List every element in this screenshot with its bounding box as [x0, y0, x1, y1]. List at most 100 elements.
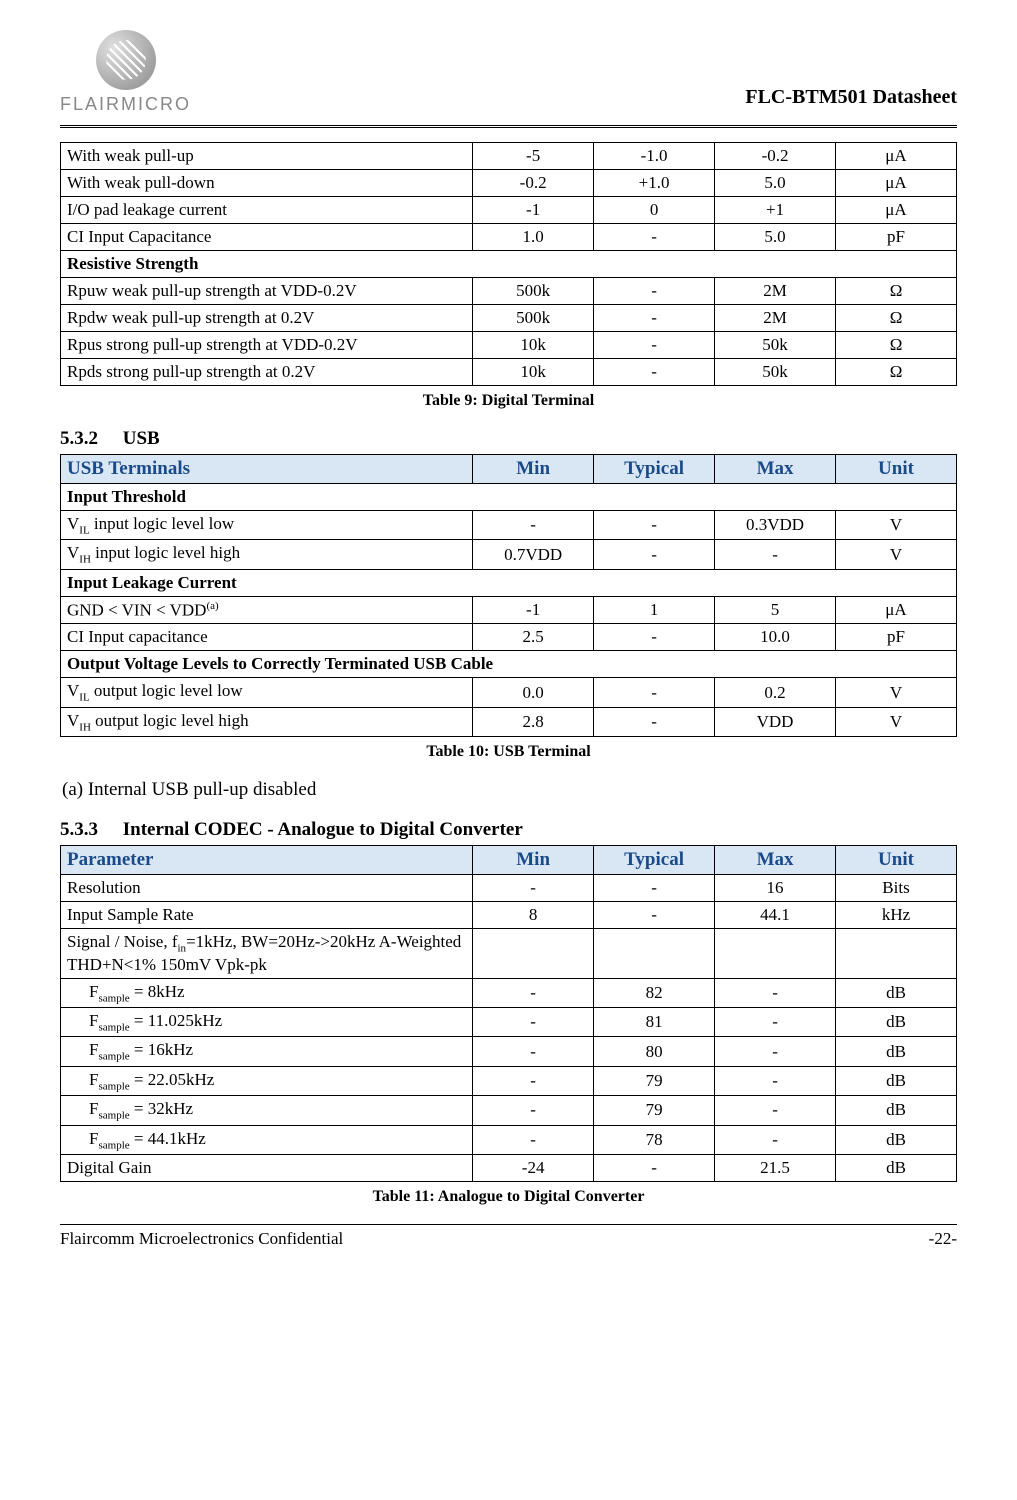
- table-row: With weak pull-up -5 -1.0 -0.2 μA: [61, 143, 957, 170]
- min-cell: -: [473, 978, 594, 1007]
- typ-cell: -: [594, 278, 715, 305]
- section-header-cell: Output Voltage Levels to Correctly Termi…: [61, 651, 957, 678]
- table-row: Fsample = 32kHz - 79 - dB: [61, 1096, 957, 1125]
- param-cell: I/O pad leakage current: [61, 197, 473, 224]
- col-typ: Typical: [594, 455, 715, 484]
- typ-cell: -: [594, 678, 715, 707]
- typ-cell: 81: [594, 1008, 715, 1037]
- section-title: Internal CODEC - Analogue to Digital Con…: [123, 819, 523, 840]
- max-cell: 2M: [715, 305, 836, 332]
- typ-cell: -: [594, 1154, 715, 1181]
- min-cell: 10k: [473, 359, 594, 386]
- table-row: Fsample = 11.025kHz - 81 - dB: [61, 1008, 957, 1037]
- unit-cell: dB: [836, 1096, 957, 1125]
- unit-cell: μA: [836, 143, 957, 170]
- unit-cell: Ω: [836, 278, 957, 305]
- unit-cell: μA: [836, 170, 957, 197]
- max-cell: 10.0: [715, 624, 836, 651]
- footer-right: -22-: [929, 1229, 957, 1249]
- typ-cell: -: [594, 511, 715, 540]
- param-cell: Rpuw weak pull-up strength at VDD-0.2V: [61, 278, 473, 305]
- section-header-cell: Input Leakage Current: [61, 569, 957, 596]
- max-cell: 21.5: [715, 1154, 836, 1181]
- footer-rule: [60, 1224, 957, 1225]
- section-number: 5.3.2: [60, 428, 118, 450]
- max-cell: 0.2: [715, 678, 836, 707]
- min-cell: -: [473, 1008, 594, 1037]
- param-cell: GND < VIN < VDD(a): [61, 596, 473, 624]
- param-cell: VIH output logic level high: [61, 707, 473, 736]
- unit-cell: dB: [836, 1154, 957, 1181]
- unit-cell: pF: [836, 624, 957, 651]
- col-max: Max: [715, 455, 836, 484]
- table9-caption: Table 9: Digital Terminal: [60, 392, 957, 410]
- param-cell: With weak pull-down: [61, 170, 473, 197]
- unit-cell: Ω: [836, 305, 957, 332]
- typ-cell: -: [594, 902, 715, 929]
- table-row: Rpus strong pull-up strength at VDD-0.2V…: [61, 332, 957, 359]
- section-row: Input Leakage Current: [61, 569, 957, 596]
- table11-caption: Table 11: Analogue to Digital Converter: [60, 1188, 957, 1206]
- unit-cell: dB: [836, 1066, 957, 1095]
- unit-cell: Ω: [836, 359, 957, 386]
- min-cell: [473, 929, 594, 978]
- typ-cell: 0: [594, 197, 715, 224]
- min-cell: -: [473, 511, 594, 540]
- table-row: Resolution - - 16 Bits: [61, 875, 957, 902]
- unit-cell: μA: [836, 596, 957, 624]
- max-cell: 5.0: [715, 224, 836, 251]
- section-number: 5.3.3: [60, 819, 118, 841]
- min-cell: 2.5: [473, 624, 594, 651]
- min-cell: 1.0: [473, 224, 594, 251]
- typ-cell: 1: [594, 596, 715, 624]
- min-cell: 500k: [473, 278, 594, 305]
- typ-cell: -: [594, 359, 715, 386]
- max-cell: +1: [715, 197, 836, 224]
- table-row: Rpuw weak pull-up strength at VDD-0.2V 5…: [61, 278, 957, 305]
- logo-text: FLAIRMICRO: [60, 94, 191, 115]
- typ-cell: 79: [594, 1066, 715, 1095]
- param-cell: Rpds strong pull-up strength at 0.2V: [61, 359, 473, 386]
- col-unit: Unit: [836, 455, 957, 484]
- min-cell: -: [473, 1037, 594, 1066]
- section-header-cell: Resistive Strength: [61, 251, 957, 278]
- unit-cell: μA: [836, 197, 957, 224]
- max-cell: 5: [715, 596, 836, 624]
- param-cell: Fsample = 16kHz: [61, 1037, 473, 1066]
- min-cell: -5: [473, 143, 594, 170]
- unit-cell: pF: [836, 224, 957, 251]
- table-row: Rpds strong pull-up strength at 0.2V 10k…: [61, 359, 957, 386]
- param-cell: Fsample = 44.1kHz: [61, 1125, 473, 1154]
- max-cell: 2M: [715, 278, 836, 305]
- min-cell: -0.2: [473, 170, 594, 197]
- min-cell: -24: [473, 1154, 594, 1181]
- table-row: Input Sample Rate 8 - 44.1 kHz: [61, 902, 957, 929]
- param-cell: Signal / Noise, fin=1kHz, BW=20Hz->20kHz…: [61, 929, 473, 978]
- param-cell: VIL input logic level low: [61, 511, 473, 540]
- unit-cell: dB: [836, 1037, 957, 1066]
- table-row: Fsample = 8kHz - 82 - dB: [61, 978, 957, 1007]
- unit-cell: dB: [836, 978, 957, 1007]
- table-row: With weak pull-down -0.2 +1.0 5.0 μA: [61, 170, 957, 197]
- max-cell: -: [715, 1066, 836, 1095]
- table-row: CI Input Capacitance 1.0 - 5.0 pF: [61, 224, 957, 251]
- max-cell: 16: [715, 875, 836, 902]
- typ-cell: -: [594, 332, 715, 359]
- max-cell: 50k: [715, 332, 836, 359]
- header-rule: [60, 125, 957, 128]
- table10-caption: Table 10: USB Terminal: [60, 743, 957, 761]
- min-cell: 0.0: [473, 678, 594, 707]
- min-cell: -: [473, 1096, 594, 1125]
- param-cell: Input Sample Rate: [61, 902, 473, 929]
- table-adc: Parameter Min Typical Max Unit Resolutio…: [60, 845, 957, 1182]
- min-cell: 2.8: [473, 707, 594, 736]
- table-row: CI Input capacitance 2.5 - 10.0 pF: [61, 624, 957, 651]
- min-cell: 8: [473, 902, 594, 929]
- typ-cell: -: [594, 875, 715, 902]
- min-cell: -: [473, 1066, 594, 1095]
- max-cell: -: [715, 1125, 836, 1154]
- logo-icon: [96, 30, 156, 90]
- unit-cell: dB: [836, 1125, 957, 1154]
- typ-cell: -: [594, 305, 715, 332]
- param-cell: Fsample = 32kHz: [61, 1096, 473, 1125]
